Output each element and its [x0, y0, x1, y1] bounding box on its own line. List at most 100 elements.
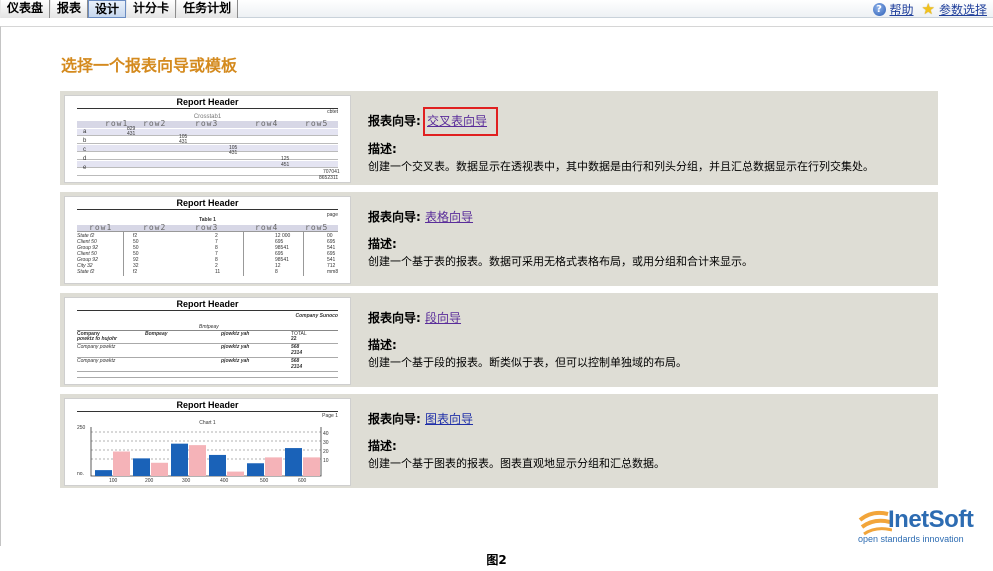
- tab-scorecard[interactable]: 计分卡: [126, 0, 177, 18]
- section-preview-image[interactable]: Report Header Company Sunoco Bmtpeay Com…: [64, 297, 351, 385]
- preview-col-divider: [303, 232, 304, 276]
- preview-cell: 8: [275, 269, 278, 275]
- preview-report-header: Report Header: [176, 299, 239, 309]
- wizard-info: 报表向导: 图表向导 描述: 创建一个基于图表的报表。图表直观地显示分组和汇总数…: [368, 410, 928, 471]
- help-icon[interactable]: ?: [872, 2, 886, 16]
- wizard-info: 报表向导: 表格向导 描述: 创建一个基于表的报表。数据可采用无格式表格布局，或…: [368, 208, 928, 269]
- description-text: 创建一个基于表的报表。数据可采用无格式表格布局，或用分组和合计来显示。: [368, 255, 753, 268]
- preview-cell: 451: [281, 162, 290, 168]
- description-label: 描述:: [368, 338, 397, 352]
- figure-caption: 图2: [486, 553, 507, 567]
- page-title: 选择一个报表向导或模板: [61, 56, 238, 75]
- preview-cell: Company powktz: [77, 358, 116, 364]
- preview-bar-blue: [171, 443, 188, 476]
- preview-x-tick: 100: [109, 478, 118, 484]
- description-text: 创建一个基于段的报表。断类似于表，但可以控制单独域的布局。: [368, 356, 687, 369]
- preview-report-header: Report Header: [176, 198, 239, 208]
- preview-col: row3: [195, 223, 219, 232]
- preview-report-header: Report Header: [176, 97, 239, 107]
- preview-col: row4: [255, 223, 279, 232]
- wizard-prefix: 报表向导:: [368, 412, 421, 426]
- preview-x-tick: 500: [260, 478, 269, 484]
- tab-task-plan[interactable]: 任务计划: [176, 0, 239, 18]
- wizard-line: 报表向导: 段向导: [368, 309, 928, 326]
- preview-col: row2: [143, 119, 167, 128]
- wizard-line: 报表向导: 图表向导: [368, 410, 928, 427]
- preview-bar-pink: [151, 462, 168, 476]
- section-wizard-link[interactable]: 段向导: [425, 311, 461, 325]
- inetsoft-logo: InetSoft open standards innovation: [858, 506, 993, 546]
- preview-bar-pink: [189, 445, 206, 476]
- preview-col: row4: [255, 119, 279, 128]
- logo-text: InetSoft: [888, 506, 974, 533]
- preview-row-label: a: [83, 129, 87, 135]
- preview-col-divider: [243, 232, 244, 276]
- description-label: 描述:: [368, 237, 397, 251]
- preview-bar-blue: [247, 463, 264, 476]
- preview-bar-pink: [265, 457, 282, 476]
- preview-bar-pink: [113, 451, 130, 476]
- wizard-card-crosstab: Report Header cbtet Crosstab1 row1 row2 …: [60, 91, 938, 185]
- main-tabs: 仪表盘 报表 设计 计分卡 任务计划: [0, 0, 239, 18]
- preview-x-tick: 600: [298, 478, 307, 484]
- star-icon[interactable]: ★: [922, 1, 935, 17]
- wizard-card-table: Report Header page Table 1 row1 row2 row…: [60, 192, 938, 286]
- preview-col-divider: [123, 232, 124, 276]
- preview-x-tick: 200: [145, 478, 154, 484]
- top-links: ? 帮助 ★ 参数选择: [872, 0, 987, 18]
- chart-wizard-link[interactable]: 图表向导: [425, 412, 473, 426]
- wizard-card-chart: Report Header Page 1 Chart 1 250 no. 40 …: [60, 394, 938, 488]
- crosstab-wizard-link[interactable]: 交叉表向导: [427, 114, 487, 128]
- preview-cell: 11: [215, 269, 221, 275]
- table-preview-image[interactable]: Report Header page Table 1 row1 row2 row…: [64, 196, 351, 284]
- wizard-line: 报表向导: 交叉表向导: [368, 107, 928, 136]
- preview-cell: f2: [133, 269, 138, 275]
- wizard-prefix: 报表向导:: [368, 210, 421, 224]
- preview-chart-svg: [90, 427, 322, 477]
- preview-bar-blue: [285, 448, 302, 476]
- description-label: 描述:: [368, 439, 397, 453]
- wizard-line: 报表向导: 表格向导: [368, 208, 928, 225]
- preview-col: row1: [105, 119, 129, 128]
- preview-row-label: d: [83, 156, 87, 162]
- preview-cell: Company powktz: [77, 344, 116, 350]
- preview-bar-pink: [227, 471, 244, 476]
- description-text: 创建一个交叉表。数据显示在透视表中，其中数据是由行和列头分组，并且汇总数据显示在…: [368, 160, 874, 173]
- preview-cell: 8652311: [319, 175, 339, 181]
- logo-swoosh-icon: [858, 510, 892, 536]
- wizard-card-section: Report Header Company Sunoco Bmtpeay Com…: [60, 293, 938, 387]
- preview-row-label: b: [83, 138, 87, 144]
- preview-bar-blue: [133, 458, 150, 476]
- chart-preview-image[interactable]: Report Header Page 1 Chart 1 250 no. 40 …: [64, 398, 351, 486]
- preview-col: row2: [143, 223, 167, 232]
- preview-cell: State f2: [77, 269, 95, 275]
- preview-col: row1: [89, 223, 113, 232]
- preview-corner-label: Company Sunoco: [295, 313, 338, 319]
- wizard-prefix: 报表向导:: [368, 114, 421, 128]
- tab-dashboard[interactable]: 仪表盘: [0, 0, 51, 18]
- preview-cell: 431: [179, 139, 188, 145]
- preview-col: row5: [305, 119, 329, 128]
- preview-cell: pjowktz yah: [221, 331, 250, 337]
- highlight-box: 交叉表向导: [423, 107, 499, 136]
- preview-col: row3: [195, 119, 219, 128]
- help-link[interactable]: 帮助: [890, 1, 914, 18]
- description-label: 描述:: [368, 142, 397, 156]
- preview-cell: Bompeay: [145, 331, 168, 337]
- crosstab-preview-image[interactable]: Report Header cbtet Crosstab1 row1 row2 …: [64, 95, 351, 183]
- wizard-info: 报表向导: 段向导 描述: 创建一个基于段的报表。断类似于表，但可以控制单独域的…: [368, 309, 928, 370]
- preview-row-label: c: [83, 147, 86, 153]
- preferences-link[interactable]: 参数选择: [939, 1, 987, 18]
- preview-bar-pink: [303, 457, 320, 476]
- table-wizard-link[interactable]: 表格向导: [425, 210, 473, 224]
- preview-cell: 2314: [291, 350, 303, 356]
- preview-cell: 431: [127, 131, 136, 137]
- content-frame: 选择一个报表向导或模板 Report Header cbtet Crosstab…: [0, 26, 993, 546]
- top-nav-bar: 仪表盘 报表 设计 计分卡 任务计划 ? 帮助 ★ 参数选择: [0, 0, 993, 18]
- preview-row-label: e: [83, 165, 87, 171]
- preview-cell: 431: [229, 150, 238, 156]
- logo-tagline: open standards innovation: [858, 534, 964, 544]
- tab-design[interactable]: 设计: [88, 0, 127, 18]
- tab-report[interactable]: 报表: [50, 0, 89, 18]
- preview-x-tick: 400: [220, 478, 229, 484]
